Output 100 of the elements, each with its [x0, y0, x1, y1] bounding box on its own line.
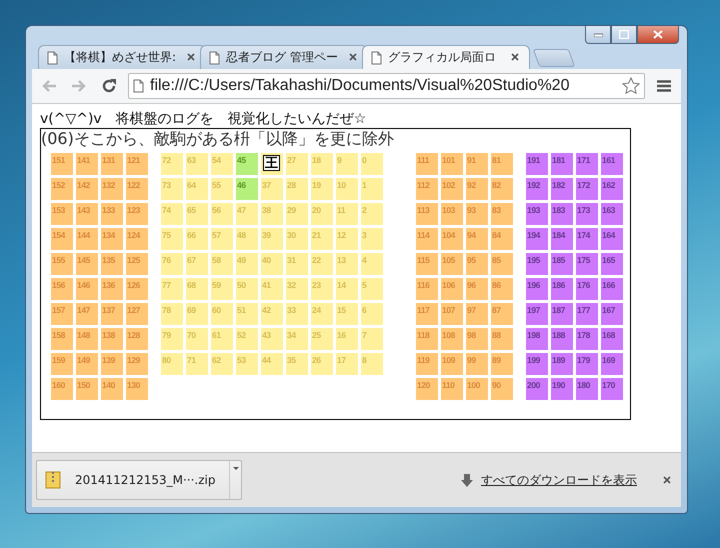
board-square: 25 — [311, 328, 333, 350]
tab-close-button[interactable] — [511, 52, 521, 62]
board-square: 84 — [491, 228, 513, 250]
board-square: 86 — [491, 278, 513, 300]
board-square: 144 — [76, 228, 98, 250]
board-square: 107 — [441, 303, 463, 325]
board-square: 131 — [101, 153, 123, 175]
tab-close-button[interactable] — [187, 52, 197, 62]
board-square: 59 — [211, 278, 233, 300]
board-square: 149 — [76, 353, 98, 375]
board-square: 92 — [466, 178, 488, 200]
reload-icon — [101, 78, 117, 94]
board-square: 120 — [416, 378, 438, 400]
board-square: 96 — [466, 278, 488, 300]
board-square: 34 — [286, 328, 308, 350]
board-square: 114 — [416, 228, 438, 250]
maximize-button[interactable] — [611, 26, 637, 44]
board-square: 26 — [311, 353, 333, 375]
board-square: 85 — [491, 253, 513, 275]
board-square: 106 — [441, 278, 463, 300]
minimize-button[interactable] — [585, 26, 611, 44]
board-square: 164 — [601, 228, 623, 250]
board-square: 75 — [161, 228, 183, 250]
board-square: 41 — [261, 278, 283, 300]
board-square: 160 — [51, 378, 73, 400]
board-square: 184 — [551, 228, 573, 250]
board-square: 174 — [576, 228, 598, 250]
board-square: 152 — [51, 178, 73, 200]
board-square: 23 — [311, 278, 333, 300]
board-square: 165 — [601, 253, 623, 275]
board-square: 108 — [441, 328, 463, 350]
zip-file-icon — [45, 471, 61, 489]
board-square: 4 — [361, 253, 383, 275]
page-icon — [47, 50, 58, 64]
close-button[interactable] — [637, 26, 679, 44]
board-square: 27 — [286, 153, 308, 175]
board-square: 79 — [161, 328, 183, 350]
board-square: 64 — [186, 178, 208, 200]
board-square: 100 — [466, 378, 488, 400]
board-square: 8 — [361, 353, 383, 375]
board-square: 6 — [361, 303, 383, 325]
board-square: 193 — [526, 203, 548, 225]
board-square: 68 — [186, 278, 208, 300]
board-square: 161 — [601, 153, 623, 175]
board-square: 129 — [126, 353, 148, 375]
back-arrow-icon — [41, 79, 57, 93]
board-square: 24 — [311, 303, 333, 325]
board-square: 55 — [211, 178, 233, 200]
board-square: 139 — [101, 353, 123, 375]
board-square: 32 — [286, 278, 308, 300]
board-square: 123 — [126, 203, 148, 225]
board-square: 65 — [186, 203, 208, 225]
board-square: 166 — [601, 278, 623, 300]
board-square: 185 — [551, 253, 573, 275]
board-square: 109 — [441, 353, 463, 375]
board-square: 189 — [551, 353, 573, 375]
board-square: 22 — [311, 253, 333, 275]
board-square: 73 — [161, 178, 183, 200]
board-square: 62 — [211, 353, 233, 375]
board-square: 154 — [51, 228, 73, 250]
board-square: 7 — [361, 328, 383, 350]
board-square: 176 — [576, 278, 598, 300]
address-bar[interactable]: file:///C:/Users/Takahashi/Documents/Visual%20Studio%20 — [128, 73, 645, 99]
board-square: 103 — [441, 203, 463, 225]
star-icon[interactable] — [622, 77, 640, 95]
board-square: 31 — [286, 253, 308, 275]
board-square: 3 — [361, 228, 383, 250]
board-square: 12 — [336, 228, 358, 250]
board-square: 169 — [601, 353, 623, 375]
board-square: 95 — [466, 253, 488, 275]
show-all-downloads-link[interactable]: すべてのダウンロードを表示 — [481, 472, 637, 488]
board-square: 57 — [211, 228, 233, 250]
board-square: 124 — [126, 228, 148, 250]
board-square: 151 — [51, 153, 73, 175]
board-square: 126 — [126, 278, 148, 300]
tab-close-button[interactable] — [349, 52, 359, 62]
board-square: 167 — [601, 303, 623, 325]
board-square: 10 — [336, 178, 358, 200]
board-square: 118 — [416, 328, 438, 350]
browser-tab[interactable]: グラフィカル局面ロ — [362, 45, 530, 69]
board-square: 162 — [601, 178, 623, 200]
board-square: 14 — [336, 278, 358, 300]
board-square: 137 — [101, 303, 123, 325]
board-square: 188 — [551, 328, 573, 350]
board-square: 134 — [101, 228, 123, 250]
board-square: 71 — [186, 353, 208, 375]
board-square: 43 — [261, 328, 283, 350]
board-square: 70 — [186, 328, 208, 350]
board-square: 192 — [526, 178, 548, 200]
board-square: 98 — [466, 328, 488, 350]
board-square: 147 — [76, 303, 98, 325]
king-piece: 王 — [263, 155, 280, 171]
tab-title: 忍者ブログ 管理ペー — [226, 49, 339, 66]
download-item[interactable]: 201411212153_M···.zip — [36, 460, 242, 500]
board-square: 168 — [601, 328, 623, 350]
board-square: 140 — [101, 378, 123, 400]
board-square: 163 — [601, 203, 623, 225]
board-square: 141 — [76, 153, 98, 175]
board-square: 178 — [576, 328, 598, 350]
board-square: 11 — [336, 203, 358, 225]
